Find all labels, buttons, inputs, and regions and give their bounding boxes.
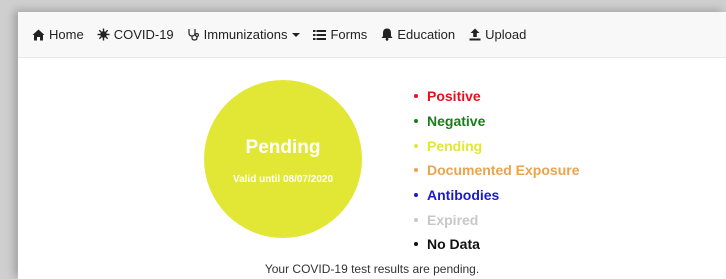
home-icon [32, 28, 45, 41]
legend-item-no-data: No Data [414, 232, 579, 257]
status-circle: Pending Valid until 08/07/2020 [204, 80, 362, 238]
bullet-icon [414, 168, 418, 173]
legend-item-documented-exposure: Documented Exposure [414, 158, 579, 183]
status-legend: Positive Negative Pending Documented Exp… [414, 84, 579, 257]
bell-icon [380, 28, 393, 41]
legend-label: Pending [427, 137, 483, 154]
legend-label: Negative [427, 113, 486, 130]
virus-icon [97, 28, 110, 41]
nav-immunizations-label: Immunizations [203, 27, 288, 42]
legend-item-pending: Pending [414, 133, 579, 158]
bullet-icon [414, 242, 418, 247]
bullet-icon [414, 143, 418, 148]
legend-label: Expired [427, 211, 479, 228]
status-message: Your COVID-19 test results are pending. [264, 262, 480, 276]
nav-education[interactable]: Education [380, 27, 455, 42]
legend-item-expired: Expired [414, 207, 579, 232]
nav-forms[interactable]: Forms [313, 27, 367, 42]
nav-immunizations-dropdown[interactable]: Immunizations [187, 27, 301, 42]
status-title: Pending [245, 137, 321, 158]
legend-label: Documented Exposure [427, 162, 580, 179]
nav-education-label: Education [397, 27, 456, 42]
app-page: Home COVID-19 Immunizations Forms Educat… [18, 12, 726, 279]
nav-home[interactable]: Home [32, 27, 84, 42]
legend-label: Positive [427, 88, 481, 105]
bullet-icon [414, 94, 418, 99]
nav-covid19-label: COVID-19 [113, 27, 174, 42]
status-valid-until: Valid until 08/07/2020 [232, 174, 334, 185]
caret-down-icon [292, 32, 301, 37]
stethoscope-icon [187, 28, 200, 41]
legend-label: No Data [427, 236, 480, 253]
nav-covid19[interactable]: COVID-19 [97, 27, 174, 42]
legend-item-negative: Negative [414, 109, 579, 134]
bullet-icon [414, 119, 418, 124]
legend-item-antibodies: Antibodies [414, 183, 579, 208]
bullet-icon [414, 193, 418, 198]
nav-upload-label: Upload [485, 27, 527, 42]
upload-icon [468, 28, 481, 41]
legend-item-positive: Positive [414, 84, 579, 109]
nav-forms-label: Forms [330, 27, 368, 42]
legend-label: Antibodies [427, 187, 500, 204]
list-icon [313, 28, 327, 41]
nav-upload[interactable]: Upload [468, 27, 526, 42]
nav-home-label: Home [49, 27, 84, 42]
navbar: Home COVID-19 Immunizations Forms Educat… [18, 12, 726, 58]
bullet-icon [414, 217, 418, 222]
